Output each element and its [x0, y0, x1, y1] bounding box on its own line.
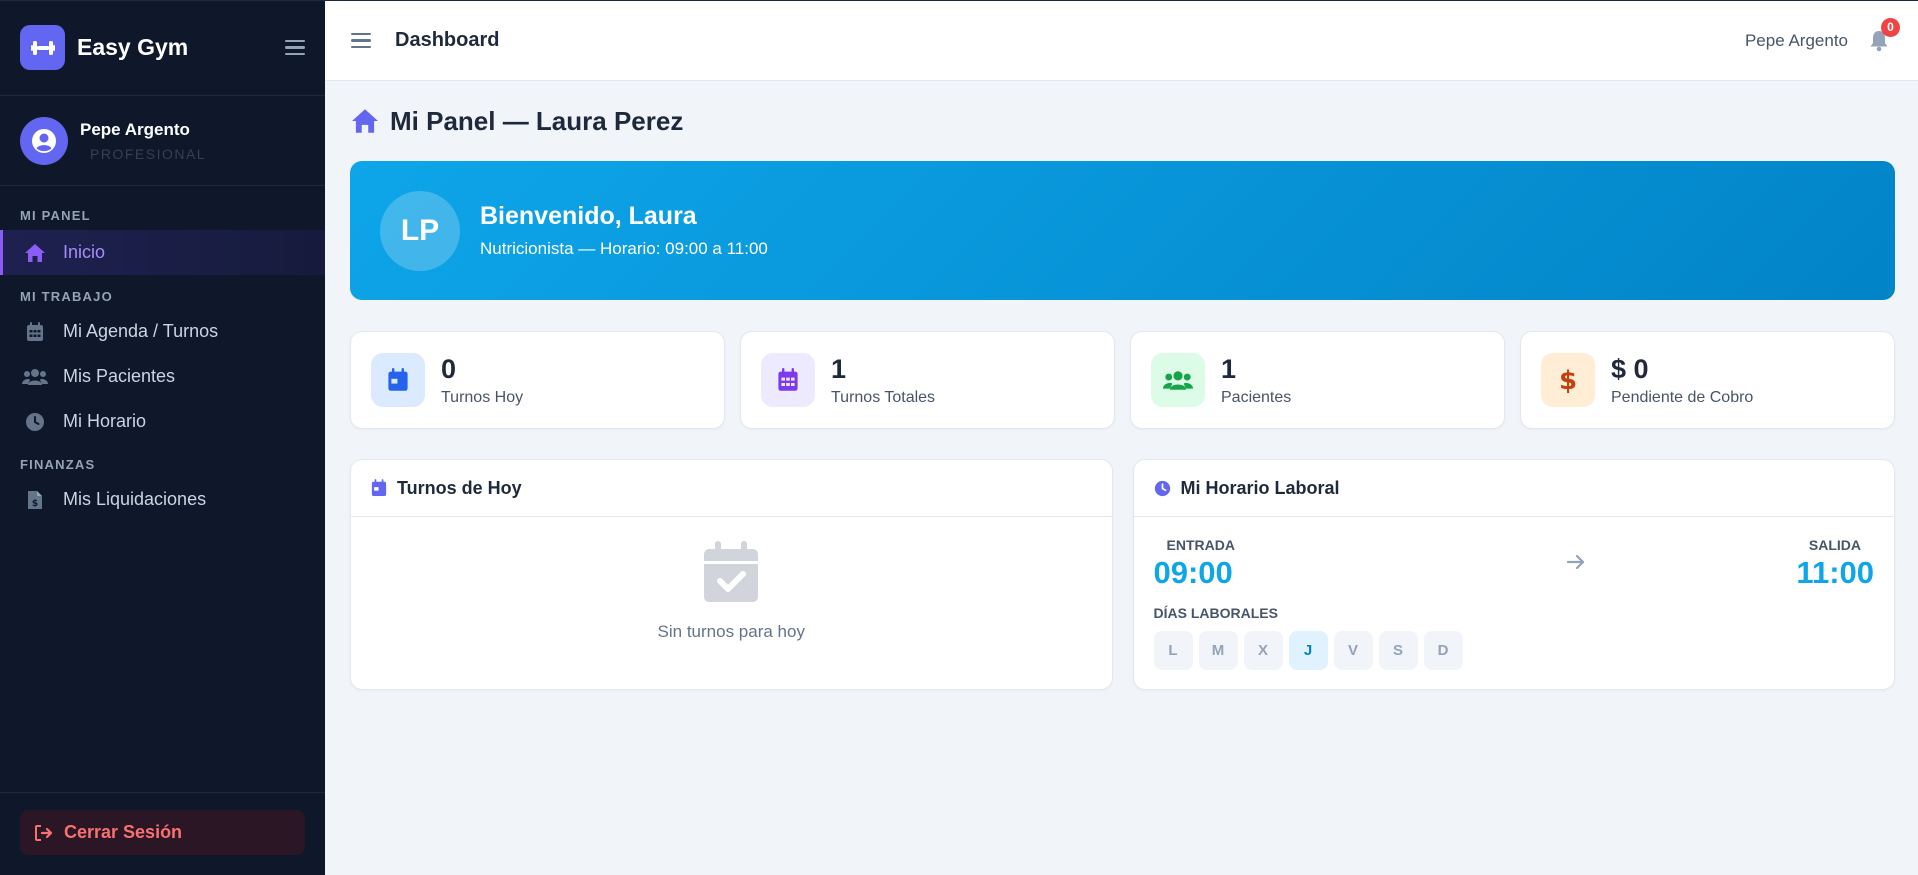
- main-content: Mi Panel — Laura Perez LP Bienvenido, La…: [350, 105, 1895, 690]
- top-border: [0, 0, 1918, 1]
- exit-label: SALIDA: [1808, 537, 1861, 553]
- brand-bar: Easy Gym: [0, 0, 325, 96]
- nav-section-mi-panel: MI PANEL: [20, 208, 91, 223]
- users-icon: [1151, 353, 1205, 407]
- notifications-button[interactable]: 0: [1868, 17, 1900, 54]
- user-profile: Pepe Argento PROFESIONAL: [0, 96, 325, 186]
- welcome-subtitle: Nutricionista — Horario: 09:00 a 11:00: [480, 239, 768, 258]
- sidebar-item-label: Mis Liquidaciones: [63, 489, 207, 509]
- user-circle-icon: [32, 128, 56, 153]
- sidebar-item-inicio[interactable]: Inicio: [0, 230, 325, 275]
- stat-value: 1: [831, 353, 847, 384]
- stat-label: Turnos Totales: [831, 388, 936, 406]
- sidebar: Easy Gym Pepe Argento PROFESIONAL MI PAN…: [0, 0, 325, 875]
- home-icon: [22, 241, 48, 265]
- sidebar-item-horario[interactable]: Mi Horario: [0, 399, 325, 444]
- topbar-user-name[interactable]: Pepe Argento: [1745, 31, 1848, 51]
- svg-text:$: $: [32, 499, 38, 509]
- sidebar-item-liquidaciones[interactable]: $ Mis Liquidaciones: [0, 477, 325, 522]
- welcome-banner: LP Bienvenido, Laura Nutricionista — Hor…: [350, 161, 1895, 300]
- calendar-check-icon: [703, 541, 759, 608]
- logout-button[interactable]: Cerrar Sesión: [20, 810, 305, 855]
- logout-icon: [34, 824, 54, 842]
- sidebar-footer: Cerrar Sesión: [0, 792, 325, 875]
- sidebar-item-agenda[interactable]: Mi Agenda / Turnos: [0, 309, 325, 354]
- day-chip: M: [1198, 631, 1238, 670]
- work-schedule-panel: Mi Horario Laboral ENTRADA 09:00 SALIDA …: [1132, 459, 1895, 690]
- schedule-body: ENTRADA 09:00 SALIDA 11:00 DÍAS LABORALE…: [1134, 517, 1895, 670]
- stat-card-turnos-totales: 1 Turnos Totales: [740, 331, 1115, 429]
- users-icon: [22, 365, 48, 389]
- notification-badge: 0: [1881, 17, 1900, 37]
- sidebar-item-label: Mi Horario: [63, 411, 147, 431]
- logout-label: Cerrar Sesión: [64, 822, 183, 842]
- stats-row: 0 Turnos Hoy 1 Turnos Totales 1 Paciente…: [350, 331, 1895, 429]
- stat-value: $ 0: [1611, 353, 1649, 384]
- welcome-avatar: LP: [380, 190, 460, 271]
- exit-time: 11:00: [1796, 555, 1874, 590]
- sidebar-item-label: Mis Pacientes: [63, 366, 176, 386]
- stat-label: Pendiente de Cobro: [1611, 388, 1754, 406]
- day-chip: L: [1153, 631, 1193, 670]
- nav-section-finanzas: FINANZAS: [20, 457, 96, 472]
- stat-card-pendiente-cobro: $ $ 0 Pendiente de Cobro: [1520, 331, 1895, 429]
- stat-card-turnos-hoy: 0 Turnos Hoy: [350, 331, 725, 429]
- topbar: Dashboard Pepe Argento 0: [325, 1, 1918, 81]
- calendar-icon: [22, 320, 48, 344]
- arrow-right-icon: [1566, 554, 1586, 575]
- invoice-icon: $: [22, 488, 48, 512]
- panel-header: Turnos de Hoy: [351, 460, 1112, 517]
- page-title: Mi Panel — Laura Perez: [390, 105, 684, 136]
- sidebar-item-pacientes[interactable]: Mis Pacientes: [0, 354, 325, 399]
- clock-icon: [22, 410, 48, 434]
- day-chip: V: [1333, 631, 1373, 670]
- nav-section-mi-trabajo: MI TRABAJO: [20, 289, 113, 304]
- workdays-label: DÍAS LABORALES: [1153, 605, 1278, 621]
- stat-card-pacientes: 1 Pacientes: [1130, 331, 1505, 429]
- brand-name: Easy Gym: [77, 34, 189, 60]
- stat-label: Turnos Hoy: [441, 388, 524, 406]
- today-appointments-panel: Turnos de Hoy Sin turnos para hoy: [350, 459, 1113, 690]
- day-chip-active: J: [1288, 631, 1328, 670]
- panel-title: Mi Horario Laboral: [1180, 477, 1340, 498]
- home-icon: [350, 108, 380, 134]
- day-chip: S: [1378, 631, 1418, 670]
- workdays-list: L M X J V S D: [1153, 631, 1875, 670]
- entry-label: ENTRADA: [1166, 537, 1235, 553]
- empty-state: Sin turnos para hoy: [351, 517, 1112, 642]
- calendar-icon: [761, 353, 815, 407]
- stat-label: Pacientes: [1221, 388, 1292, 406]
- panel-header: Mi Horario Laboral: [1133, 460, 1894, 517]
- day-chip: X: [1243, 631, 1283, 670]
- stat-value: 0: [441, 353, 457, 384]
- menu-toggle-icon[interactable]: [351, 32, 371, 49]
- day-chip: D: [1423, 631, 1463, 670]
- entry-time: 09:00: [1153, 555, 1233, 590]
- dollar-icon: $: [1541, 353, 1595, 407]
- clock-icon: [1154, 480, 1171, 497]
- panels-row: Turnos de Hoy Sin turnos para hoy Mi Hor…: [350, 459, 1895, 690]
- user-role: PROFESIONAL: [90, 145, 207, 162]
- panel-title: Turnos de Hoy: [397, 477, 522, 498]
- sidebar-toggle-icon[interactable]: [285, 39, 305, 56]
- svg-text:$: $: [1559, 366, 1577, 394]
- calendar-icon: [371, 353, 425, 407]
- stat-value: 1: [1221, 353, 1237, 384]
- sidebar-item-label: Mi Agenda / Turnos: [63, 321, 219, 341]
- empty-message: Sin turnos para hoy: [657, 622, 805, 641]
- calendar-icon: [371, 479, 387, 497]
- avatar: [20, 116, 68, 165]
- dumbbell-icon: [20, 25, 65, 70]
- sidebar-item-label: Inicio: [63, 242, 106, 262]
- topbar-title: Dashboard: [395, 29, 500, 51]
- page-title-row: Mi Panel — Laura Perez: [350, 105, 1895, 137]
- welcome-title: Bienvenido, Laura: [480, 202, 697, 230]
- user-name: Pepe Argento: [80, 119, 190, 139]
